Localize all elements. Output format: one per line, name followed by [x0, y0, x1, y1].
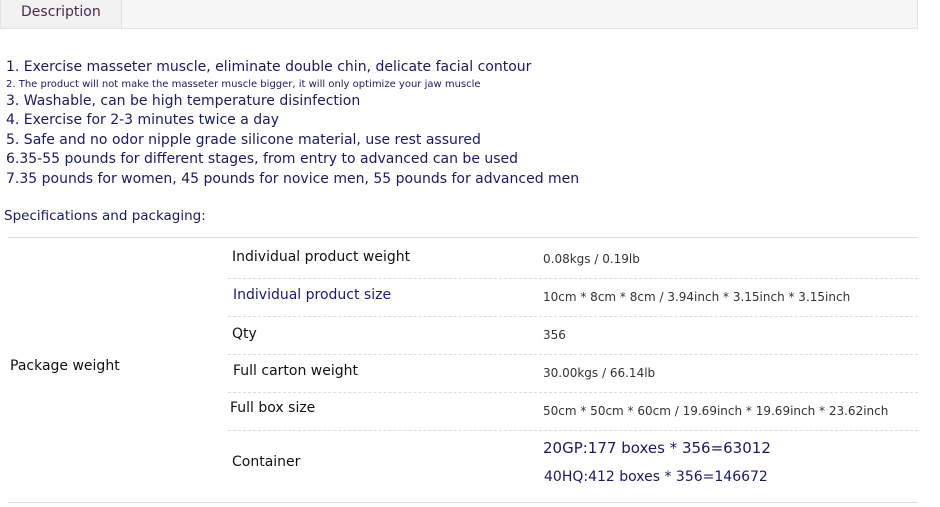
feature-item: 4. Exercise for 2-3 minutes twice a day [6, 112, 280, 128]
feature-list: 1. Exercise masseter muscle, eliminate d… [6, 58, 579, 189]
spec-label-product-weight: Individual product weight [232, 249, 411, 265]
spec-label-carton-weight: Full carton weight [233, 363, 359, 379]
row-divider [228, 430, 918, 431]
spec-value-product-size: 10cm * 8cm * 8cm / 3.94inch * 3.15inch *… [543, 290, 851, 304]
spec-value-container-40hq: 40HQ:412 boxes * 356=146672 [544, 469, 768, 485]
feature-item: 2. The product will not make the massete… [6, 78, 481, 90]
table-bottom-rule [8, 502, 918, 503]
feature-item: 6.35-55 pounds for different stages, fro… [6, 151, 519, 167]
feature-item: 3. Washable, can be high temperature dis… [6, 92, 361, 109]
spec-label-product-size: Individual product size [233, 287, 392, 303]
spec-value-carton-weight: 30.00kgs / 66.14lb [543, 366, 656, 380]
feature-item: 5. Safe and no odor nipple grade silicon… [6, 131, 481, 148]
spec-group-label: Package weight [10, 358, 120, 374]
table-top-rule [8, 237, 918, 238]
spec-label-qty: Qty [232, 326, 257, 342]
feature-item: 1. Exercise masseter muscle, eliminate d… [6, 59, 532, 75]
tab-bar: Description [0, 0, 918, 29]
spec-label-box-size: Full box size [230, 400, 316, 416]
spec-label-container: Container [232, 454, 301, 470]
row-divider [228, 316, 918, 317]
tab-description[interactable]: Description [1, 0, 122, 28]
spec-title: Specifications and packaging: [4, 208, 206, 224]
row-divider [228, 354, 918, 355]
spec-value-qty: 356 [543, 328, 566, 342]
row-divider [228, 392, 918, 393]
spec-value-container-20gp: 20GP:177 boxes * 356=63012 [543, 439, 771, 457]
spec-value-product-weight: 0.08kgs / 0.19lb [543, 252, 640, 266]
row-divider [228, 278, 918, 279]
feature-item: 7.35 pounds for women, 45 pounds for nov… [6, 170, 580, 187]
spec-value-box-size: 50cm * 50cm * 60cm / 19.69inch * 19.69in… [543, 404, 889, 418]
